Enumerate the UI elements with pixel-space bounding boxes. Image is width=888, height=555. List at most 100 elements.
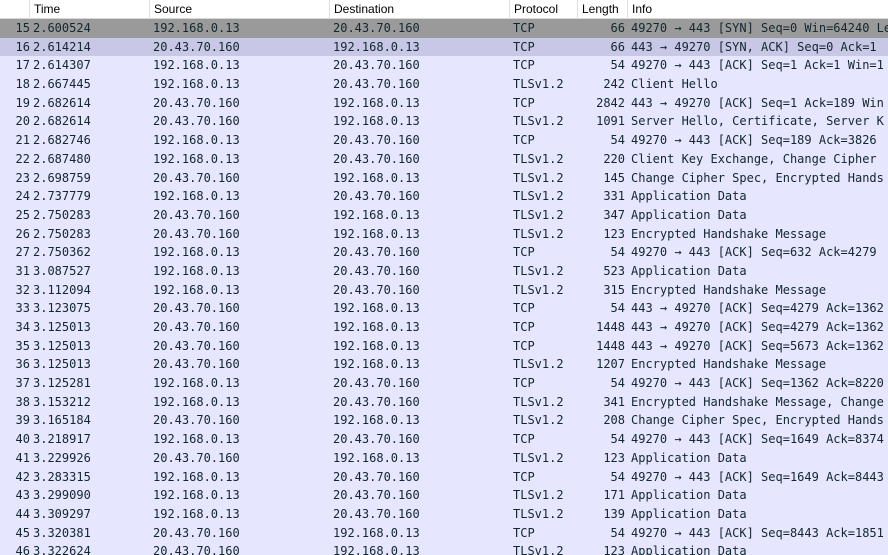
packet-row[interactable]: 44 3.309297 192.168.0.13 20.43.70.160 TLSv1.… [0,504,888,524]
packet-row[interactable]: 38 3.153212 192.168.0.13 20.43.70.160 TLSv1.… [0,392,888,412]
packet-info: Application Data [631,450,747,465]
column-header-no[interactable] [0,0,30,19]
packet-info: 49270 → 443 [ACK] Seq=1649 Ack=8374 [631,432,884,447]
packet-row[interactable]: 41 3.229926 20.43.70.160 192.168.0.13 TLSv1.… [0,448,888,468]
packet-protocol: TCP [513,338,535,353]
packet-number: 35 [15,338,30,353]
packet-number: 22 [15,151,30,166]
packet-protocol: TCP [513,525,535,540]
packet-destination: 192.168.0.13 [333,544,420,555]
packet-row[interactable]: 25 2.750283 20.43.70.160 192.168.0.13 TLSv1.… [0,205,888,225]
packet-time: 3.322624 [33,544,91,555]
packet-length: 123 [603,450,625,465]
packet-source: 20.43.70.160 [153,39,240,54]
packet-number: 18 [15,77,30,92]
packet-row[interactable]: 24 2.737779 192.168.0.13 20.43.70.160 TLSv1.… [0,187,888,206]
packet-number: 24 [15,189,30,204]
packet-info: Client Hello [631,77,718,92]
packet-info: Application Data [631,544,747,555]
column-header-destination[interactable]: Destination [330,0,510,19]
packet-protocol: TLSv1.2 [513,170,564,185]
packet-time: 2.682614 [33,114,91,129]
packet-info: 49270 → 443 [ACK] Seq=8443 Ack=1851 [631,525,884,540]
packet-number: 45 [15,525,30,540]
packet-length: 66 [610,39,625,54]
column-header-length[interactable]: Length [578,0,628,19]
packet-number: 15 [15,21,30,35]
packet-row[interactable]: 46 3.322624 20.43.70.160 192.168.0.13 TLSv1.… [0,542,888,555]
packet-time: 2.600524 [33,21,91,35]
packet-destination: 192.168.0.13 [333,207,420,222]
packet-source: 20.43.70.160 [153,338,240,353]
packet-destination: 20.43.70.160 [333,469,420,484]
packet-row[interactable]: 18 2.667445 192.168.0.13 20.43.70.160 TLSv1.… [0,75,888,94]
packet-number: 23 [15,170,30,185]
packet-destination: 192.168.0.13 [333,413,420,428]
packet-time: 3.125013 [33,338,91,353]
packet-row[interactable]: 33 3.123075 20.43.70.160 192.168.0.13 TCP 54 4… [0,299,888,318]
packet-row[interactable]: 40 3.218917 192.168.0.13 20.43.70.160 TCP 54 4… [0,430,888,449]
packet-row[interactable]: 36 3.125013 20.43.70.160 192.168.0.13 TLSv1.… [0,355,888,375]
packet-row[interactable]: 20 2.682614 20.43.70.160 192.168.0.13 TLSv1.… [0,112,888,132]
packet-protocol: TCP [513,21,535,35]
packet-source: 192.168.0.13 [153,151,240,166]
packet-row[interactable]: 43 3.299090 192.168.0.13 20.43.70.160 TLSv1.… [0,486,888,505]
packet-row[interactable]: 39 3.165184 20.43.70.160 192.168.0.13 TLSv1.… [0,411,888,431]
packet-row[interactable]: 16 2.614214 20.43.70.160 192.168.0.13 TCP 66 4… [0,37,888,57]
packet-row[interactable]: 15 2.600524 192.168.0.13 20.43.70.160 TCP 66 4… [0,19,888,38]
packet-source: 20.43.70.160 [153,413,240,428]
packet-protocol: TCP [513,432,535,447]
packet-row[interactable]: 26 2.750283 20.43.70.160 192.168.0.13 TLSv1.… [0,224,888,244]
packet-source: 20.43.70.160 [153,226,240,241]
packet-info: 443 → 49270 [SYN, ACK] Seq=0 Ack=1 [631,39,877,54]
packet-destination: 192.168.0.13 [333,357,420,372]
packet-length: 242 [603,77,625,92]
packet-info: Encrypted Handshake Message [631,357,827,372]
packet-protocol: TCP [513,320,535,334]
packet-row[interactable]: 35 3.125013 20.43.70.160 192.168.0.13 TCP 144… [0,336,888,356]
packet-length: 66 [610,21,625,35]
packet-row[interactable]: 17 2.614307 192.168.0.13 20.43.70.160 TCP 54 4… [0,56,888,76]
packet-number: 34 [15,320,30,334]
packet-row[interactable]: 34 3.125013 20.43.70.160 192.168.0.13 TCP 144… [0,318,888,337]
packet-protocol: TLSv1.2 [513,544,564,555]
packet-number: 19 [15,95,30,110]
packet-row[interactable]: 37 3.125281 192.168.0.13 20.43.70.160 TCP 54 4… [0,374,888,393]
column-header-source[interactable]: Source [150,0,330,19]
packet-info: Encrypted Handshake Message [631,226,827,241]
packet-number: 26 [15,226,30,241]
packet-destination: 20.43.70.160 [333,506,420,521]
packet-list-header: Time Source Destination Protocol Length … [0,0,888,19]
packet-length: 347 [603,207,625,222]
packet-row[interactable]: 22 2.687480 192.168.0.13 20.43.70.160 TLSv1.… [0,149,888,169]
packet-info: 443 → 49270 [ACK] Seq=4279 Ack=1362 [631,320,884,334]
packet-destination: 192.168.0.13 [333,525,420,540]
packet-row[interactable]: 21 2.682746 192.168.0.13 20.43.70.160 TCP 54 4… [0,131,888,150]
packet-destination: 20.43.70.160 [333,394,420,409]
column-header-info[interactable]: Info [628,0,888,19]
packet-protocol: TLSv1.2 [513,226,564,241]
packet-list[interactable]: Time Source Destination Protocol Length … [0,0,888,555]
packet-number: 20 [15,114,30,129]
packet-row[interactable]: 42 3.283315 192.168.0.13 20.43.70.160 TCP 54 4… [0,467,888,487]
packet-protocol: TLSv1.2 [513,394,564,409]
packet-time: 2.737779 [33,189,91,204]
packet-number: 39 [15,413,30,428]
packet-protocol: TCP [513,95,535,110]
packet-length: 54 [610,58,625,73]
packet-row[interactable]: 27 2.750362 192.168.0.13 20.43.70.160 TCP 54 4… [0,243,888,262]
packet-source: 20.43.70.160 [153,207,240,222]
packet-destination: 192.168.0.13 [333,39,420,54]
packet-row[interactable]: 32 3.112094 192.168.0.13 20.43.70.160 TLSv1.… [0,280,888,300]
packet-info: Server Hello, Certificate, Server K [631,114,884,129]
column-header-time[interactable]: Time [30,0,150,19]
column-header-protocol[interactable]: Protocol [510,0,578,19]
packet-protocol: TCP [513,133,535,148]
packet-row[interactable]: 23 2.698759 20.43.70.160 192.168.0.13 TLSv1.… [0,168,888,188]
packet-info: Application Data [631,263,747,278]
packet-length: 54 [610,432,625,447]
packet-row[interactable]: 19 2.682614 20.43.70.160 192.168.0.13 TCP 284… [0,93,888,113]
packet-protocol: TCP [513,245,535,260]
packet-row[interactable]: 31 3.087527 192.168.0.13 20.43.70.160 TLSv1.… [0,261,888,281]
packet-row[interactable]: 45 3.320381 20.43.70.160 192.168.0.13 TCP 54 4… [0,523,888,543]
